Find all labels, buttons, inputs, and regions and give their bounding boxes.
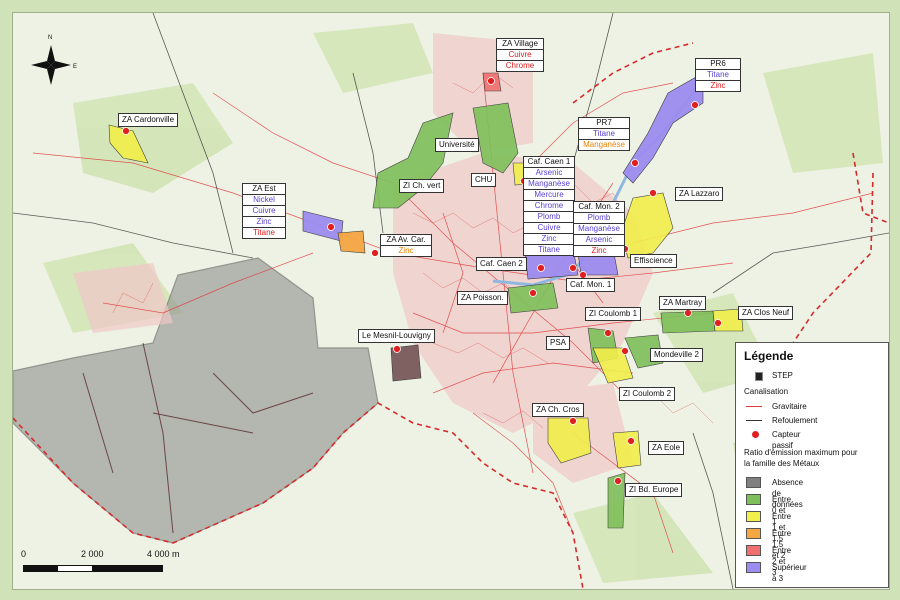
box-za-est-item: Titane: [243, 227, 285, 238]
map-canvas[interactable]: N E ZA Cardonville Université ZI Ch. ver…: [12, 12, 890, 590]
box-caf-mon2-item: Arsenic: [574, 234, 624, 245]
box-pr6-item: Titane: [696, 69, 740, 80]
box-caf-caen1-item: Chrome: [524, 200, 574, 211]
box-caf-caen1-item: Titane: [524, 244, 574, 255]
label-universite[interactable]: Université: [435, 138, 479, 152]
legend-ratio-line2: la famille des Métaux: [744, 459, 820, 468]
label-zi-coulomb2[interactable]: ZI Coulomb 2: [619, 387, 676, 401]
legend-swatch: [746, 562, 761, 573]
box-pr7-item: Titane: [579, 128, 629, 139]
capteur-icon: [752, 431, 759, 438]
box-caf-caen1-item: Zinc: [524, 233, 574, 244]
box-pr6-title: PR6: [710, 59, 726, 68]
label-caf-caen2[interactable]: Caf. Caen 2: [476, 257, 527, 271]
label-za-eole[interactable]: ZA Eole: [648, 441, 685, 455]
label-za-martray[interactable]: ZA Martray: [659, 296, 707, 310]
scale-tick-4000: 4 000 m: [147, 549, 180, 559]
label-caf-mon1[interactable]: Caf. Mon. 1: [566, 278, 616, 292]
box-za-est-item: Zinc: [243, 216, 285, 227]
box-pr7[interactable]: PR7 Titane Manganèse: [578, 117, 630, 151]
label-effiscience[interactable]: Effiscience: [630, 254, 677, 268]
label-mondeville2[interactable]: Mondeville 2: [650, 348, 703, 362]
box-za-av-car[interactable]: ZA Av. Car. Zinc: [380, 234, 432, 257]
legend-swatch: [746, 511, 761, 522]
scale-tick-2000: 2 000: [81, 549, 104, 559]
box-caf-caen1-title: Caf. Caen 1: [527, 157, 571, 166]
label-za-clos-neuf[interactable]: ZA Clos Neuf: [738, 306, 794, 320]
box-caf-mon2-item: Zinc: [574, 245, 624, 256]
box-pr7-item: Manganèse: [579, 139, 629, 150]
box-caf-mon2[interactable]: Caf. Mon. 2 Plomb Manganèse Arsenic Zinc: [573, 201, 625, 257]
box-za-est[interactable]: ZA Est Nickel Cuivre Zinc Titane: [242, 183, 286, 239]
box-pr6-item: Zinc: [696, 80, 740, 91]
box-caf-caen1-item: Cuivre: [524, 222, 574, 233]
scale-tick-0: 0: [21, 549, 27, 559]
box-caf-caen1-item: Mercure: [524, 189, 574, 200]
box-pr6[interactable]: PR6 Titane Zinc: [695, 58, 741, 92]
box-caf-caen1-item: Plomb: [524, 211, 574, 222]
box-pr7-title: PR7: [596, 118, 612, 127]
label-za-ch-cros[interactable]: ZA Ch. Cros: [532, 403, 584, 417]
label-le-mesnil[interactable]: Le Mesnil-Louvigny: [358, 329, 435, 343]
legend-title: Légende: [744, 349, 794, 363]
box-caf-caen1[interactable]: Caf. Caen 1 Arsenic Manganèse Mercure Ch…: [523, 156, 575, 256]
scale-bar: [23, 565, 163, 572]
compass-e: E: [73, 64, 78, 70]
legend-ratio-line1: Ratio d'émission maximum pour: [744, 448, 858, 457]
gravitaire-line-icon: [746, 406, 762, 407]
label-zi-coulomb1[interactable]: ZI Coulomb 1: [585, 307, 642, 321]
box-za-village-item: Chrome: [497, 60, 543, 71]
legend-swatch: [746, 494, 761, 505]
box-caf-mon2-title: Caf. Mon. 2: [578, 202, 620, 211]
box-za-village-item: Cuivre: [497, 49, 543, 60]
legend-canalisation: Canalisation: [744, 387, 789, 396]
box-za-av-car-item: Zinc: [381, 245, 431, 256]
legend: Légende STEP Canalisation Gravitaire Ref…: [735, 342, 889, 588]
box-za-est-title: ZA Est: [252, 184, 276, 193]
box-za-village-title: ZA Village: [502, 39, 538, 48]
box-caf-mon2-item: Manganèse: [574, 223, 624, 234]
box-caf-mon2-item: Plomb: [574, 212, 624, 223]
box-za-av-car-title: ZA Av. Car.: [386, 235, 426, 244]
box-za-est-item: Cuivre: [243, 205, 285, 216]
box-za-village[interactable]: ZA Village Cuivre Chrome: [496, 38, 544, 72]
label-chu[interactable]: CHU: [471, 173, 497, 187]
label-psa[interactable]: PSA: [546, 336, 571, 350]
label-za-cardonville[interactable]: ZA Cardonville: [118, 113, 179, 127]
label-za-poisson[interactable]: ZA Poisson.: [457, 291, 508, 305]
legend-swatch: [746, 528, 761, 539]
label-za-lazzaro[interactable]: ZA Lazzaro: [675, 187, 724, 201]
legend-swatch: [746, 545, 761, 556]
map-frame: N E ZA Cardonville Université ZI Ch. ver…: [0, 0, 900, 600]
box-caf-caen1-item: Arsenic: [524, 167, 574, 178]
label-zi-bd-europe[interactable]: ZI Bd. Europe: [625, 483, 683, 497]
refoulement-line-icon: [746, 420, 762, 421]
step-icon: [755, 372, 763, 381]
legend-swatch: [746, 477, 761, 488]
compass-n: N: [48, 35, 53, 41]
label-zi-ch-vert[interactable]: ZI Ch. vert: [399, 179, 445, 193]
box-caf-caen1-item: Manganèse: [524, 178, 574, 189]
box-za-est-item: Nickel: [243, 194, 285, 205]
